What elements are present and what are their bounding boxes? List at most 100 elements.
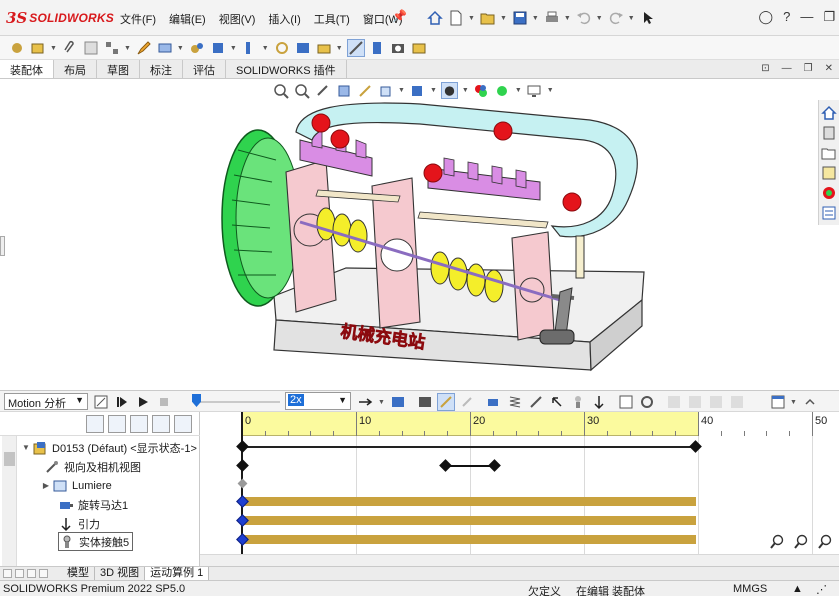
timeline-area[interactable]: 0 10 20 30 40 50: [200, 412, 839, 566]
graphics-area[interactable]: 机械充电站 ▼ ▼ ▼ ▼ ▼: [0, 79, 818, 390]
zoom-fit-icon[interactable]: [815, 533, 835, 551]
menu-file[interactable]: 文件(F): [114, 11, 163, 27]
force-icon[interactable]: [548, 393, 566, 411]
autofit-timeline-icon[interactable]: [174, 415, 192, 433]
tab-assembly[interactable]: 装配体: [0, 60, 54, 78]
open-dropdown-icon[interactable]: ▼: [500, 15, 507, 22]
zoom-in-icon[interactable]: [767, 533, 787, 551]
playback-slider-track[interactable]: [196, 401, 280, 403]
custom-properties-icon[interactable]: [821, 204, 838, 221]
paperclip-icon[interactable]: [61, 39, 79, 57]
tab-markup[interactable]: 标注: [140, 60, 183, 78]
tab-motion-study-1[interactable]: 运动算例 1: [145, 567, 210, 580]
study-type-select[interactable]: Motion 分析 ▼: [4, 393, 88, 410]
tree-row-contact[interactable]: 实体接触5: [58, 532, 134, 551]
show-hidden-icon[interactable]: [209, 39, 227, 57]
doc-close-icon[interactable]: ✕: [825, 63, 833, 74]
mate-icon[interactable]: [82, 39, 100, 57]
undo-dropdown-icon[interactable]: ▼: [596, 15, 603, 22]
timeline-horizontal-scrollbar[interactable]: [200, 554, 839, 566]
redo-dropdown-icon[interactable]: ▼: [628, 15, 635, 22]
filter-driving-icon[interactable]: [108, 415, 126, 433]
damper-icon[interactable]: [527, 393, 545, 411]
tree-row-camera-views[interactable]: 视向及相机视图: [44, 457, 141, 476]
playback-speed-select[interactable]: 2x ▼: [285, 392, 351, 410]
reference-geometry-icon[interactable]: [273, 39, 291, 57]
previous-view-icon[interactable]: [314, 82, 331, 99]
camera-key-2[interactable]: [488, 459, 501, 472]
motion-study-properties-icon[interactable]: [638, 393, 656, 411]
print-icon[interactable]: [543, 9, 561, 27]
playback-mode-icon[interactable]: [357, 393, 375, 411]
pattern-icon[interactable]: [103, 39, 121, 57]
insert-dropdown-icon[interactable]: ▼: [50, 45, 57, 52]
design-library-icon[interactable]: [821, 124, 838, 141]
zoom-to-fit-icon[interactable]: [272, 82, 289, 99]
pattern-dropdown-icon[interactable]: ▼: [124, 45, 131, 52]
select-arrow-icon[interactable]: [639, 9, 657, 27]
view-orientation-dropdown-icon[interactable]: ▼: [398, 87, 405, 94]
scene-dropdown-icon[interactable]: ▼: [515, 87, 522, 94]
filter-animated-icon[interactable]: [86, 415, 104, 433]
minimize-icon[interactable]: —: [800, 9, 813, 25]
pin-icon[interactable]: 📌: [392, 9, 407, 23]
display-style-icon[interactable]: [409, 82, 426, 99]
camera-start-key[interactable]: [236, 459, 249, 472]
export-results-icon[interactable]: [728, 393, 746, 411]
tree-row-lights[interactable]: ▶ Lumiere: [40, 476, 112, 495]
view-palette-icon[interactable]: [821, 164, 838, 181]
layout-dropdown-icon[interactable]: ▼: [790, 399, 797, 406]
help-icon[interactable]: ?: [783, 9, 790, 25]
display-style-dropdown-icon[interactable]: ▼: [430, 87, 437, 94]
assembly-end-key[interactable]: [689, 440, 702, 453]
gravity-icon[interactable]: [590, 393, 608, 411]
collapse-icon[interactable]: ▼: [20, 443, 32, 452]
tab-model[interactable]: 模型: [62, 567, 95, 580]
tab-evaluate[interactable]: 评估: [183, 60, 226, 78]
resources-icon[interactable]: [821, 104, 838, 121]
undo-icon[interactable]: [575, 9, 593, 27]
new-motion-study-icon[interactable]: [294, 39, 312, 57]
design-study-icon[interactable]: [686, 393, 704, 411]
bill-of-materials-icon[interactable]: [315, 39, 333, 57]
play-icon[interactable]: [134, 393, 152, 411]
smart-fastener-icon[interactable]: [8, 39, 26, 57]
zoom-out-icon[interactable]: [791, 533, 811, 551]
gravity-track[interactable]: [243, 516, 696, 525]
playback-mode-dropdown-icon[interactable]: ▼: [378, 399, 385, 406]
print-dropdown-icon[interactable]: ▼: [564, 15, 571, 22]
optimize-icon[interactable]: [707, 393, 725, 411]
doc-restore-icon[interactable]: ❐: [804, 63, 813, 74]
save-dropdown-icon[interactable]: ▼: [532, 15, 539, 22]
simulation-setup-icon[interactable]: [665, 393, 683, 411]
hide-show-items-icon[interactable]: [440, 82, 458, 99]
redo-icon[interactable]: [607, 9, 625, 27]
lights-key[interactable]: [237, 478, 248, 489]
new-document-icon[interactable]: [447, 9, 465, 27]
tree-vertical-scrollbar[interactable]: [2, 436, 17, 566]
features-dropdown-icon[interactable]: ▼: [262, 45, 269, 52]
dynamic-annotation-icon[interactable]: [356, 82, 373, 99]
assembly-model[interactable]: 机械充电站: [0, 79, 818, 390]
bom-dropdown-icon[interactable]: ▼: [336, 45, 343, 52]
status-units[interactable]: MMGS: [733, 583, 767, 595]
file-explorer-icon[interactable]: [821, 144, 838, 161]
stop-icon[interactable]: [155, 393, 173, 411]
tab-layout[interactable]: 布局: [54, 60, 97, 78]
playback-slider-thumb[interactable]: [192, 394, 201, 407]
motor-track[interactable]: [243, 497, 696, 506]
save-animation-icon[interactable]: [389, 393, 407, 411]
show-hidden-dropdown-icon[interactable]: ▼: [230, 45, 237, 52]
autokey-icon[interactable]: [436, 393, 455, 411]
contact-icon[interactable]: [569, 393, 587, 411]
results-plots-icon[interactable]: [617, 393, 635, 411]
timeline-ruler[interactable]: 0 10 20 30 40 50: [242, 412, 839, 436]
tab-solidworks-addins[interactable]: SOLIDWORKS 插件: [226, 60, 347, 78]
last-tab-icon[interactable]: [39, 569, 48, 578]
expand-icon[interactable]: ▶: [40, 481, 52, 490]
insert-component-icon[interactable]: [29, 39, 47, 57]
restore-icon[interactable]: ❐: [823, 9, 835, 25]
snapshot-icon[interactable]: [389, 39, 407, 57]
filter-results-icon[interactable]: [152, 415, 170, 433]
panel-grip[interactable]: [0, 236, 5, 256]
